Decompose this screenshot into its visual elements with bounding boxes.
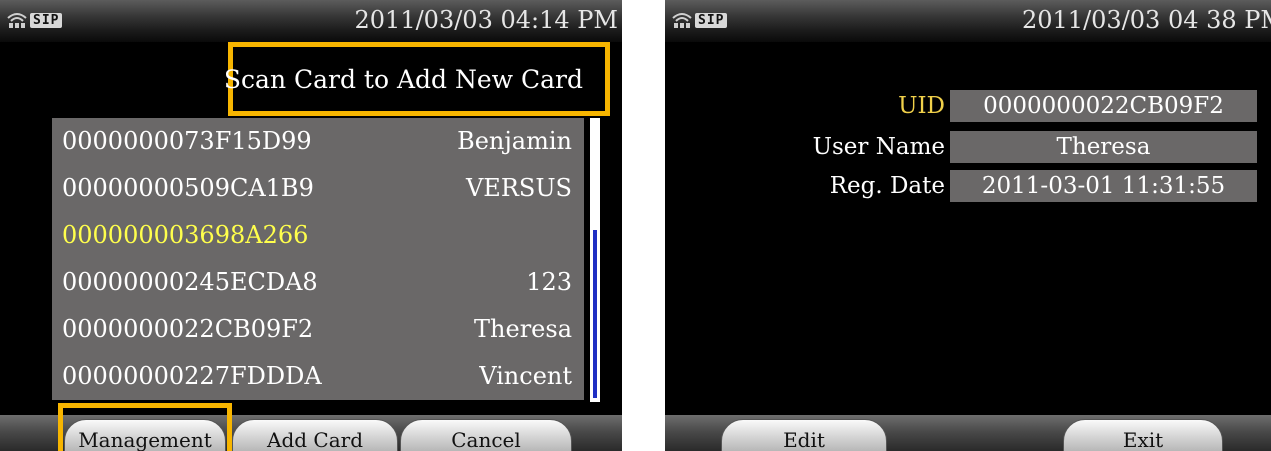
clock-time: 2011/03/03 04:14 PM [354, 6, 618, 34]
add-card-button[interactable]: Add Card [232, 419, 398, 451]
card-uid: 00000000245ECDA8 [62, 268, 318, 296]
card-row[interactable]: 0000000073F15D99 Benjamin [52, 118, 584, 165]
management-button[interactable]: Management [64, 419, 226, 451]
list-scrollbar[interactable] [590, 118, 600, 402]
card-row[interactable]: 00000000509CA1B9 VERSUS [52, 165, 584, 212]
status-bar: SIP 2011/03/03 04 38 PM [665, 0, 1271, 42]
reg-date-label: Reg. Date [829, 173, 945, 199]
card-user-name: Benjamin [457, 127, 572, 155]
wifi-icon [672, 13, 692, 28]
card-list[interactable]: 0000000073F15D99 Benjamin 00000000509CA1… [52, 118, 584, 400]
scan-prompt-box: Scan Card to Add New Card [224, 42, 610, 116]
card-user-name: Theresa [474, 315, 572, 343]
wifi-icon [7, 13, 27, 28]
softkey-bar: Management Add Card Cancel [0, 415, 622, 451]
reg-date-value: 2011-03-01 11:31:55 [950, 170, 1257, 202]
card-row-selected[interactable]: 000000003698A266 [52, 212, 584, 259]
status-logo: SIP [6, 9, 68, 31]
card-detail-screen: SIP 2011/03/03 04 38 PM UID 0000000022CB… [665, 0, 1271, 451]
reg-date-row: Reg. Date 2011-03-01 11:31:55 [665, 170, 1271, 202]
card-row[interactable]: 00000000245ECDA8 123 [52, 259, 584, 306]
softkey-bar: Edit Exit [665, 415, 1271, 451]
card-uid: 0000000022CB09F2 [62, 315, 314, 343]
card-user-name: Vincent [479, 362, 572, 390]
user-name-row: User Name Theresa [665, 131, 1271, 163]
card-user-name: VERSUS [465, 174, 572, 202]
edit-button[interactable]: Edit [721, 419, 887, 451]
user-name-value: Theresa [950, 131, 1257, 163]
status-bar: SIP 2011/03/03 04:14 PM [0, 0, 622, 42]
card-row[interactable]: 00000000227FDDDA Vincent [52, 353, 584, 400]
exit-button[interactable]: Exit [1063, 419, 1223, 451]
sip-badge: SIP [695, 12, 728, 28]
card-list-screen: SIP 2011/03/03 04:14 PM Scan Card to Add… [0, 0, 622, 451]
user-name-label: User Name [812, 134, 945, 160]
uid-label: UID [898, 93, 945, 119]
card-uid: 00000000509CA1B9 [62, 174, 314, 202]
cancel-button[interactable]: Cancel [400, 419, 572, 451]
card-user-name: 123 [526, 268, 572, 296]
uid-value: 0000000022CB09F2 [950, 90, 1257, 122]
clock-time: 2011/03/03 04 38 PM [1021, 6, 1271, 34]
card-uid: 00000000227FDDDA [62, 362, 322, 390]
scan-prompt: Scan Card to Add New Card [223, 64, 583, 94]
uid-row: UID 0000000022CB09F2 [665, 90, 1271, 122]
status-logo: SIP [671, 9, 733, 31]
card-uid: 0000000073F15D99 [62, 127, 312, 155]
card-row[interactable]: 0000000022CB09F2 Theresa [52, 306, 584, 353]
scrollbar-thumb[interactable] [593, 230, 597, 398]
sip-badge: SIP [30, 12, 63, 28]
card-uid: 000000003698A266 [62, 221, 309, 249]
